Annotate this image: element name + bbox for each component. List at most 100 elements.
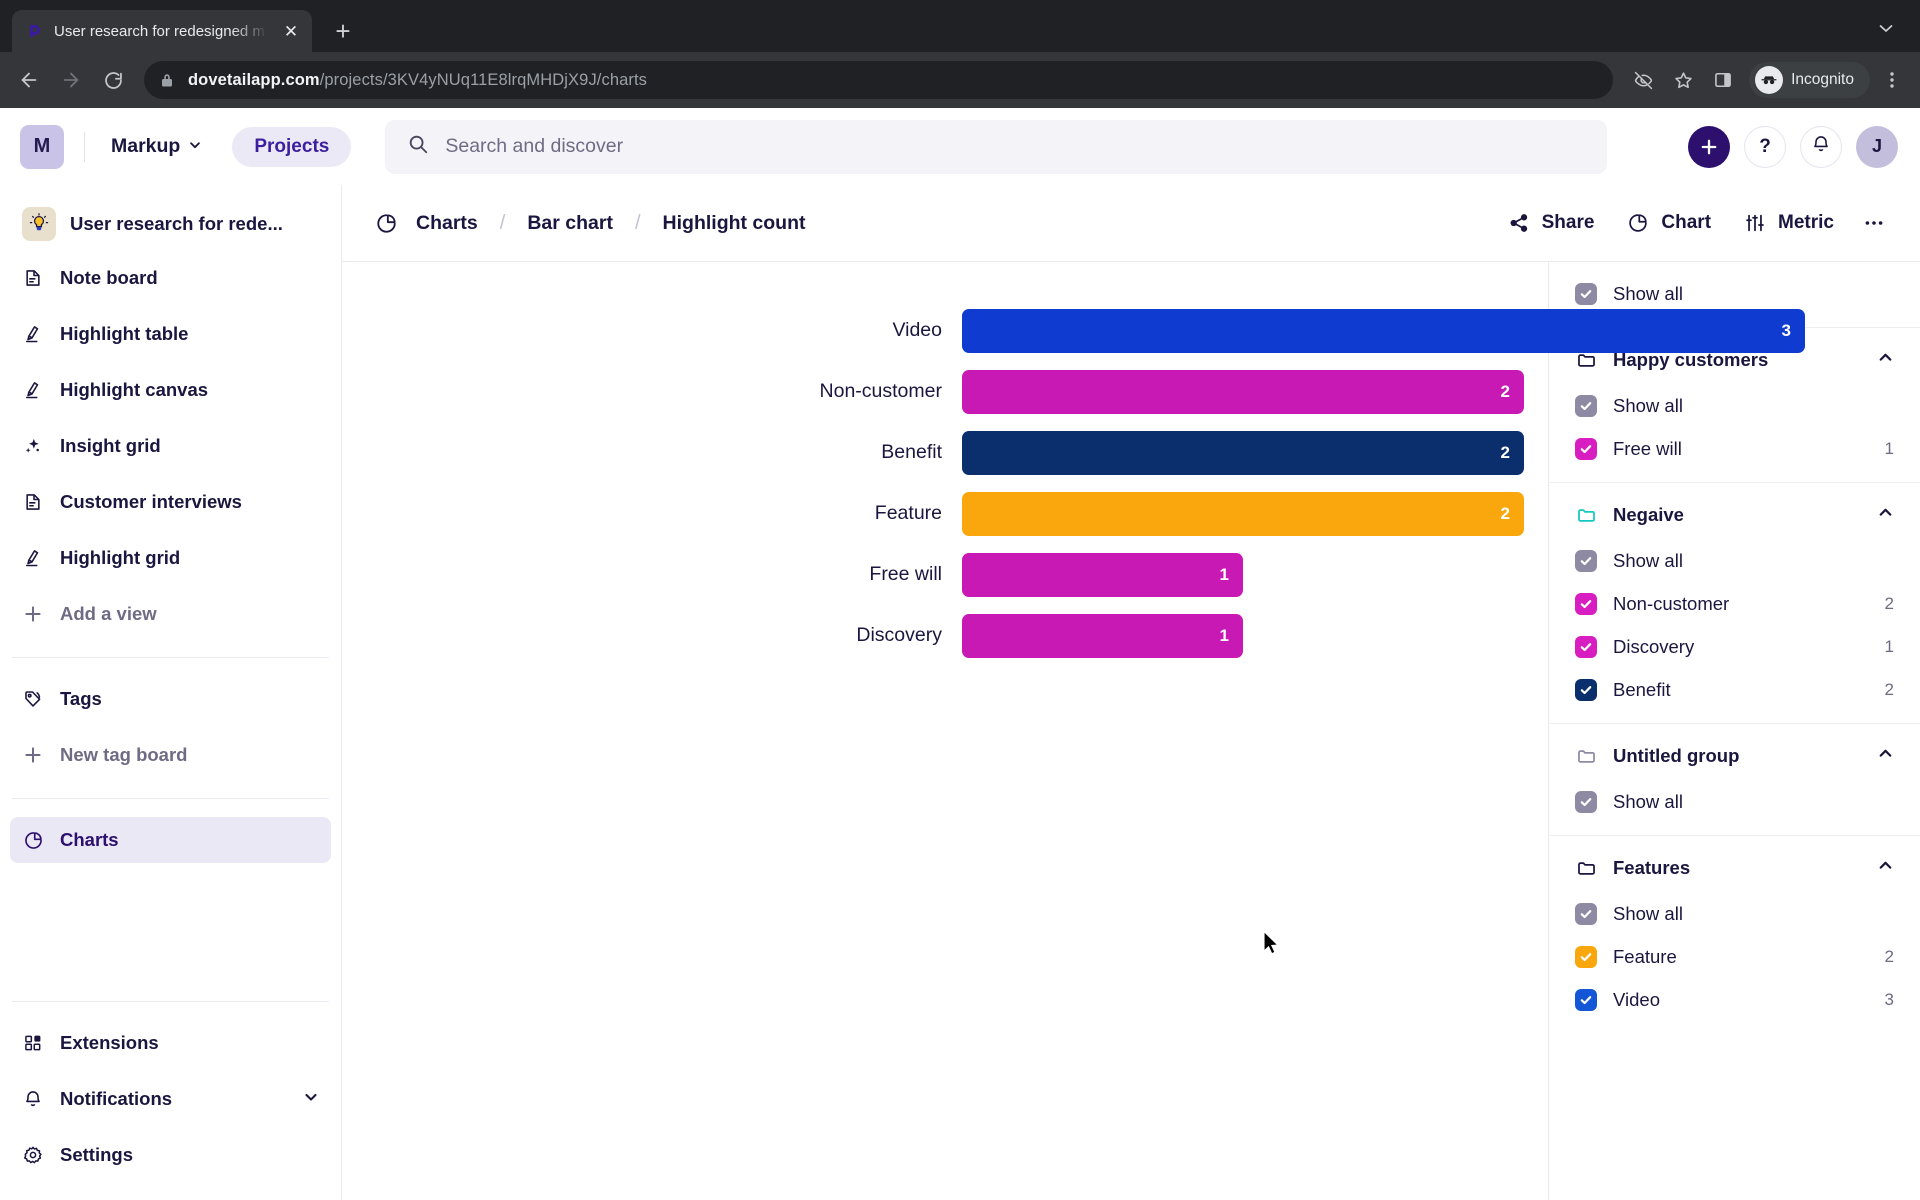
notifications-button[interactable] — [1800, 125, 1842, 168]
filter-row-show-all[interactable]: Show all — [1549, 384, 1920, 427]
filter-count: 2 — [1884, 679, 1894, 699]
bar[interactable]: 2 — [962, 430, 1524, 475]
dovetail-favicon — [26, 22, 44, 40]
side-panel-icon[interactable] — [1705, 62, 1741, 98]
bar[interactable]: 1 — [962, 552, 1243, 597]
filter-panel: Show all Happy customers Show all Free w… — [1548, 262, 1920, 1200]
projects-nav-button[interactable]: Projects — [232, 126, 352, 167]
filter-group-header[interactable]: Negaive — [1549, 491, 1920, 539]
back-arrow-icon[interactable] — [10, 61, 48, 99]
sidebar-item-settings[interactable]: Settings — [10, 1132, 331, 1178]
chart-button[interactable]: Chart — [1614, 203, 1723, 243]
close-icon[interactable]: ✕ — [280, 20, 302, 42]
filter-row-benefit[interactable]: Benefit 2 — [1549, 668, 1920, 711]
filter-row-free-will[interactable]: Free will 1 — [1549, 427, 1920, 470]
sidebar-item-extensions[interactable]: Extensions — [10, 1020, 331, 1066]
bar[interactable]: 2 — [962, 369, 1524, 414]
checkbox-checked-icon[interactable] — [1575, 790, 1597, 813]
filter-count: 3 — [1884, 989, 1894, 1009]
workspace-avatar[interactable]: M — [20, 124, 64, 169]
sidebar-item-charts[interactable]: Charts — [10, 817, 331, 863]
checkbox-checked-icon[interactable] — [1575, 437, 1597, 460]
incognito-indicator[interactable]: Incognito — [1749, 62, 1870, 98]
sidebar-item-highlight-table[interactable]: Highlight table — [10, 311, 331, 357]
filter-label: Show all — [1613, 394, 1683, 416]
bar[interactable]: 2 — [962, 491, 1524, 536]
bar[interactable]: 1 — [962, 613, 1243, 658]
search-input[interactable]: Search and discover — [385, 119, 1608, 174]
filter-group-header[interactable]: Features — [1549, 844, 1920, 892]
bar-value: 2 — [1500, 442, 1510, 462]
checkbox-checked-icon[interactable] — [1575, 988, 1597, 1011]
chevron-down-icon[interactable] — [303, 1088, 319, 1110]
kebab-menu-icon[interactable] — [1874, 71, 1910, 89]
sidebar-item-new-tag-board[interactable]: New tag board — [10, 732, 331, 778]
lightbulb-icon — [22, 207, 56, 241]
browser-tab[interactable]: User research for redesigned m ✕ — [12, 10, 312, 52]
sidebar-item-notifications[interactable]: Notifications — [10, 1076, 331, 1122]
breadcrumb-item-charts[interactable]: Charts — [412, 208, 482, 239]
bar[interactable]: 3 — [962, 308, 1805, 353]
checkbox-checked-icon[interactable] — [1575, 592, 1597, 615]
chart-label: Chart — [1661, 212, 1712, 233]
help-button[interactable]: ? — [1744, 125, 1786, 168]
filter-group-name: Features — [1613, 857, 1691, 878]
eye-off-icon[interactable] — [1625, 62, 1661, 98]
breadcrumb-item-bar-chart[interactable]: Bar chart — [523, 208, 617, 239]
avatar[interactable]: J — [1856, 125, 1898, 168]
forward-arrow-icon[interactable] — [52, 61, 90, 99]
sidebar-item-customer-interviews[interactable]: Customer interviews — [10, 479, 331, 525]
checkbox-checked-icon[interactable] — [1575, 394, 1597, 417]
filter-row-show-all[interactable]: Show all — [1549, 539, 1920, 582]
filter-row-show-all[interactable]: Show all — [1549, 780, 1920, 823]
reload-icon[interactable] — [94, 61, 132, 99]
add-button[interactable] — [1688, 125, 1730, 168]
sidebar-item-note-board[interactable]: Note board — [10, 255, 331, 301]
sidebar-divider — [12, 657, 329, 658]
filter-row-feature[interactable]: Feature 2 — [1549, 935, 1920, 978]
filter-row-non-customer[interactable]: Non-customer 2 — [1549, 582, 1920, 625]
chevron-up-icon[interactable] — [1877, 857, 1894, 879]
filter-row-video[interactable]: Video 3 — [1549, 978, 1920, 1021]
bar-value: 2 — [1500, 381, 1510, 401]
breadcrumb-item-highlight-count[interactable]: Highlight count — [659, 208, 810, 239]
metric-button[interactable]: Metric — [1731, 203, 1846, 243]
checkbox-checked-icon[interactable] — [1575, 902, 1597, 925]
chevron-down-icon — [188, 135, 202, 158]
filter-group-header[interactable]: Untitled group — [1549, 732, 1920, 780]
plus-icon — [22, 603, 44, 625]
address-bar[interactable]: dovetailapp.com/projects/3KV4yNUq11E8lrq… — [144, 61, 1614, 99]
sidebar-item-insight-grid[interactable]: Insight grid — [10, 423, 331, 469]
bar-value: 1 — [1219, 625, 1229, 645]
chevron-up-icon[interactable] — [1877, 745, 1894, 767]
sidebar-item-highlight-grid[interactable]: Highlight grid — [10, 535, 331, 581]
sidebar-project-header[interactable]: User research for rede... — [10, 193, 331, 255]
sidebar-item-highlight-canvas[interactable]: Highlight canvas — [10, 367, 331, 413]
workspace-switcher[interactable]: Markup — [103, 128, 210, 165]
sidebar-item-tags[interactable]: Tags — [10, 676, 331, 722]
toolbar-actions: Share Chart Metric — [1495, 203, 1894, 243]
sidebar-item-label: Tags — [60, 688, 102, 709]
checkbox-checked-icon[interactable] — [1575, 945, 1597, 968]
app-body: User research for rede... Note board Hig… — [0, 185, 1920, 1200]
checkbox-checked-icon[interactable] — [1575, 549, 1597, 572]
filter-row-show-all[interactable]: Show all — [1549, 892, 1920, 935]
bell-icon — [1811, 134, 1831, 159]
filter-row-discovery[interactable]: Discovery 1 — [1549, 625, 1920, 668]
star-icon[interactable] — [1665, 62, 1701, 98]
question-mark-icon: ? — [1759, 135, 1771, 157]
sidebar-item-label: New tag board — [60, 744, 188, 765]
new-tab-icon[interactable]: + — [326, 14, 360, 48]
sidebar-item-add-a-view[interactable]: Add a view — [10, 591, 331, 637]
checkbox-checked-icon[interactable] — [1575, 282, 1597, 305]
chevron-down-icon[interactable] — [1866, 8, 1906, 48]
metric-label: Metric — [1778, 212, 1834, 233]
checkbox-checked-icon[interactable] — [1575, 635, 1597, 658]
bar-track: 3 — [962, 308, 1805, 353]
chevron-up-icon[interactable] — [1877, 504, 1894, 526]
note-board-icon — [22, 491, 44, 513]
chevron-up-icon[interactable] — [1877, 349, 1894, 371]
checkbox-checked-icon[interactable] — [1575, 678, 1597, 701]
more-options-button[interactable] — [1854, 203, 1894, 243]
share-button[interactable]: Share — [1495, 203, 1607, 243]
